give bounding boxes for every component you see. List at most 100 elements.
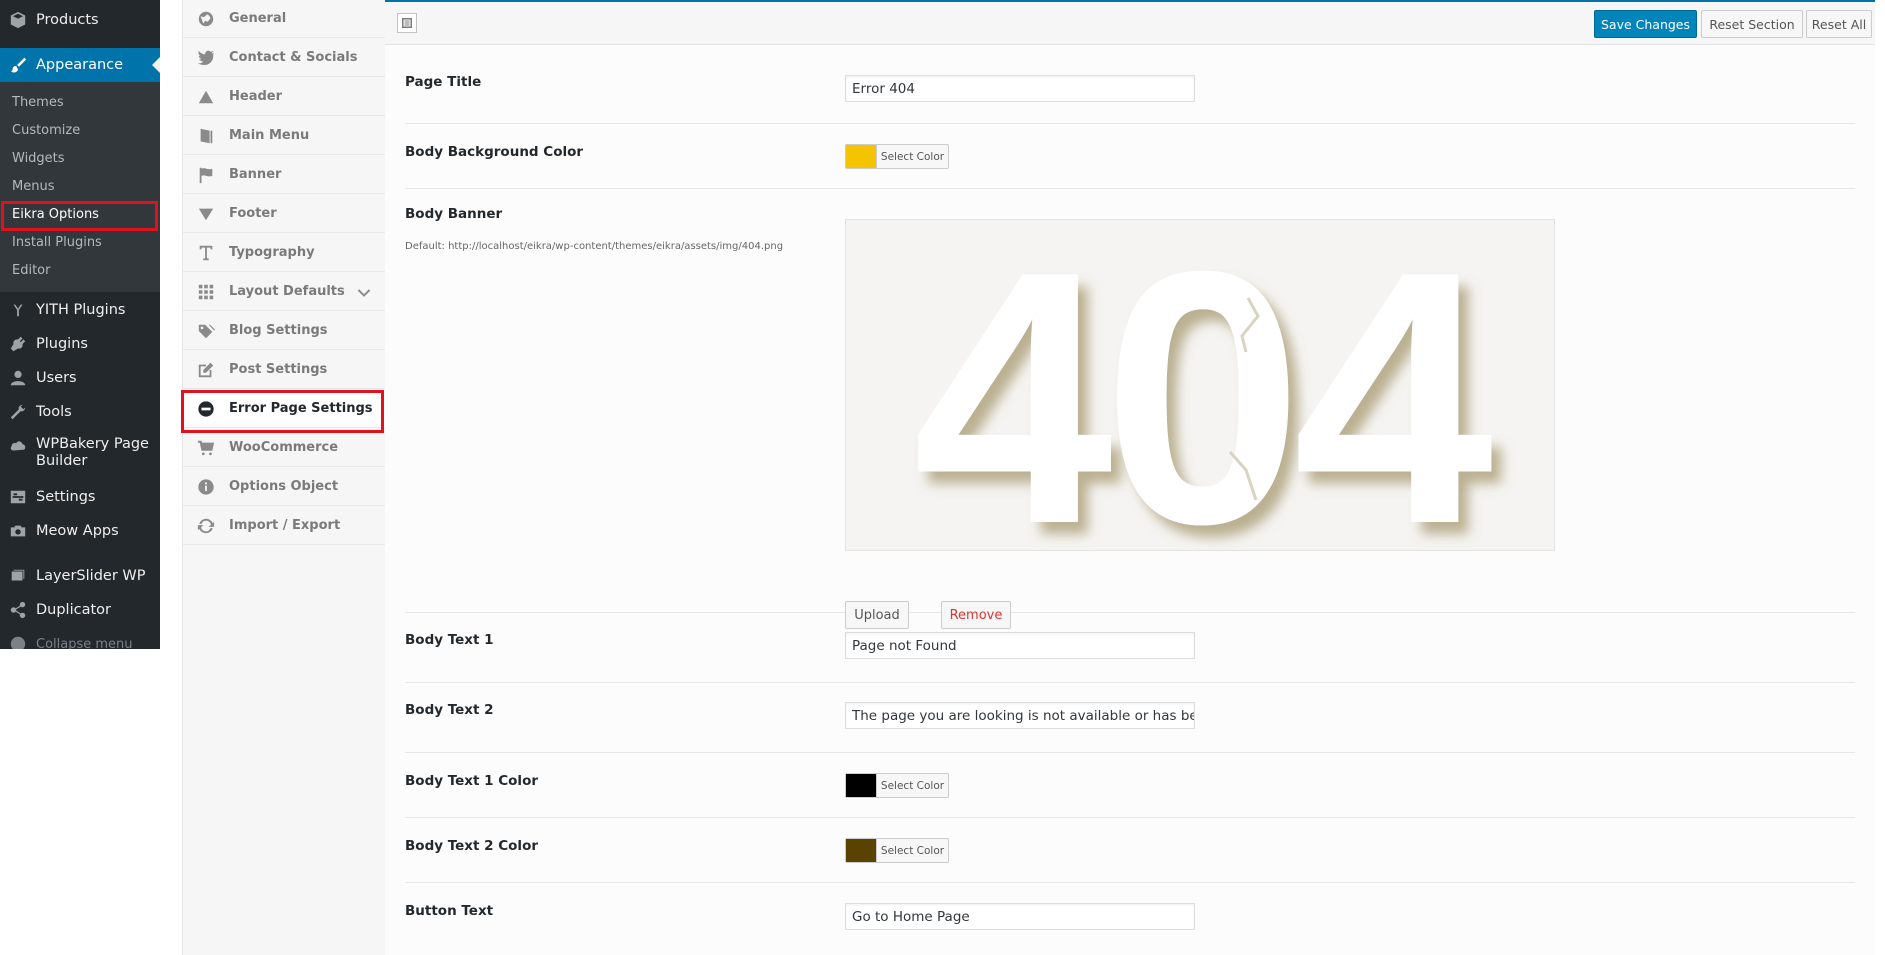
opt-header[interactable]: Header (183, 78, 385, 116)
opt-header-label: Header (229, 89, 283, 104)
opt-layout-label: Layout Defaults (229, 284, 345, 299)
cart-icon (183, 439, 229, 457)
banner-404-image: 404 (913, 220, 1506, 550)
menu-yith-plugins[interactable]: YITH Plugins (0, 296, 160, 324)
menu-meow-apps[interactable]: Meow Apps (0, 517, 160, 545)
menu-products-label: Products (36, 12, 99, 28)
opt-footer-label: Footer (229, 206, 277, 221)
share-icon (0, 601, 36, 619)
menu-settings-label: Settings (36, 489, 96, 505)
body-text-2-label: Body Text 2 (405, 702, 494, 718)
opt-footer[interactable]: Footer (183, 195, 385, 233)
field-row-body-text-2: Body Text 2 The page you are looking is … (405, 682, 1855, 753)
submenu-customize[interactable]: Customize (12, 123, 80, 138)
active-arrow (152, 57, 160, 73)
banner-image-preview: 404 (845, 219, 1555, 551)
menu-settings[interactable]: Settings (0, 483, 160, 511)
page-title-label: Page Title (405, 74, 482, 90)
opt-contact-socials[interactable]: Contact & Socials (183, 39, 385, 77)
menu-users-label: Users (36, 370, 77, 386)
field-row-button-text: Button Text Go to Home Page (405, 882, 1855, 955)
book-icon (183, 127, 229, 145)
menu-layerslider[interactable]: LayerSlider WP (0, 562, 160, 590)
page-title-input[interactable]: Error 404 (845, 75, 1195, 102)
color-swatch (846, 774, 876, 797)
expand-options-button[interactable] (397, 13, 417, 33)
opt-typography[interactable]: Typography (183, 234, 385, 272)
body-text-1-color-label: Body Text 1 Color (405, 773, 538, 789)
layers-icon (0, 567, 36, 585)
opt-woocommerce[interactable]: WooCommerce (183, 429, 385, 467)
body-text-2-color-label: Body Text 2 Color (405, 838, 538, 854)
color-swatch (846, 839, 876, 862)
opt-woocommerce-label: WooCommerce (229, 440, 339, 455)
cloud-icon (0, 436, 36, 455)
opt-layout-defaults[interactable]: Layout Defaults (183, 273, 385, 311)
reset-all-button[interactable]: Reset All (1806, 10, 1872, 38)
menu-users[interactable]: Users (0, 364, 160, 392)
banner-404-text: 404 (913, 220, 1496, 550)
menu-plugins[interactable]: Plugins (0, 330, 160, 358)
menu-tools[interactable]: Tools (0, 398, 160, 426)
menu-tools-label: Tools (36, 404, 72, 420)
wrench-icon (0, 403, 36, 421)
opt-banner[interactable]: Banner (183, 156, 385, 194)
opt-general-label: General (229, 11, 287, 26)
edit-icon (183, 361, 229, 379)
opt-contact-label: Contact & Socials (229, 50, 358, 65)
globe-icon (183, 10, 229, 28)
opt-post-settings[interactable]: Post Settings (183, 351, 385, 389)
menu-appearance-label: Appearance (36, 57, 124, 73)
reset-section-button[interactable]: Reset Section (1701, 10, 1803, 38)
body-bg-color-label: Body Background Color (405, 144, 584, 160)
menu-wpbakery-label: WPBakery Page Builder (36, 436, 149, 469)
menu-appearance[interactable]: Appearance (0, 48, 160, 82)
body-banner-label: Body Banner (405, 206, 503, 222)
body-bg-color-picker[interactable]: Select Color (845, 144, 949, 169)
opt-import-export-label: Import / Export (229, 518, 341, 533)
menu-collapse[interactable]: Collapse menu (0, 632, 160, 649)
color-swatch (846, 145, 876, 168)
info-icon (183, 478, 229, 496)
body-text-2-input[interactable]: The page you are looking is not availabl… (845, 702, 1195, 729)
submenu-editor[interactable]: Editor (12, 263, 50, 278)
triangle-down-icon (183, 205, 229, 223)
save-changes-button[interactable]: Save Changes (1594, 10, 1697, 38)
body-banner-description: Default: http://localhost/eikra/wp-conte… (405, 241, 784, 252)
body-text-1-input[interactable]: Page not Found (845, 632, 1195, 659)
opt-banner-label: Banner (229, 167, 282, 182)
body-text-2-color-picker[interactable]: Select Color (845, 838, 949, 863)
menu-plugins-label: Plugins (36, 336, 88, 352)
grid-icon (183, 283, 229, 301)
appearance-submenu: Themes Customize Widgets Menus Eikra Opt… (0, 82, 160, 292)
select-color-label: Select Color (876, 774, 948, 797)
opt-options-object[interactable]: Options Object (183, 468, 385, 506)
settings-sliders-icon (0, 488, 36, 506)
chevron-down-icon[interactable] (357, 285, 371, 299)
refresh-icon (183, 517, 229, 535)
cube-icon (0, 11, 36, 29)
menu-products[interactable]: Products (0, 6, 160, 34)
submenu-install-plugins[interactable]: Install Plugins (12, 235, 102, 250)
opt-import-export[interactable]: Import / Export (183, 507, 385, 545)
field-row-body-text-2-color: Body Text 2 Color Select Color (405, 817, 1855, 883)
body-text-1-color-picker[interactable]: Select Color (845, 773, 949, 798)
tags-icon (183, 322, 229, 340)
body-text-1-label: Body Text 1 (405, 632, 494, 648)
submenu-themes[interactable]: Themes (12, 95, 64, 110)
field-row-page-title: Page Title Error 404 (405, 45, 1855, 124)
menu-duplicator-label: Duplicator (36, 602, 111, 618)
field-row-body-text-1: Body Text 1 Page not Found (405, 612, 1855, 683)
opt-main-menu[interactable]: Main Menu (183, 117, 385, 155)
opt-main-menu-label: Main Menu (229, 128, 310, 143)
button-text-input[interactable]: Go to Home Page (845, 903, 1195, 930)
opt-blog-settings[interactable]: Blog Settings (183, 312, 385, 350)
highlight-eikra-options (1, 201, 158, 231)
submenu-menus[interactable]: Menus (12, 179, 54, 194)
menu-wpbakery[interactable]: WPBakery Page Builder (0, 436, 160, 476)
opt-post-label: Post Settings (229, 362, 328, 377)
submenu-widgets[interactable]: Widgets (12, 151, 65, 166)
collapse-icon (0, 635, 36, 649)
menu-duplicator[interactable]: Duplicator (0, 596, 160, 624)
opt-general[interactable]: General (183, 0, 385, 38)
